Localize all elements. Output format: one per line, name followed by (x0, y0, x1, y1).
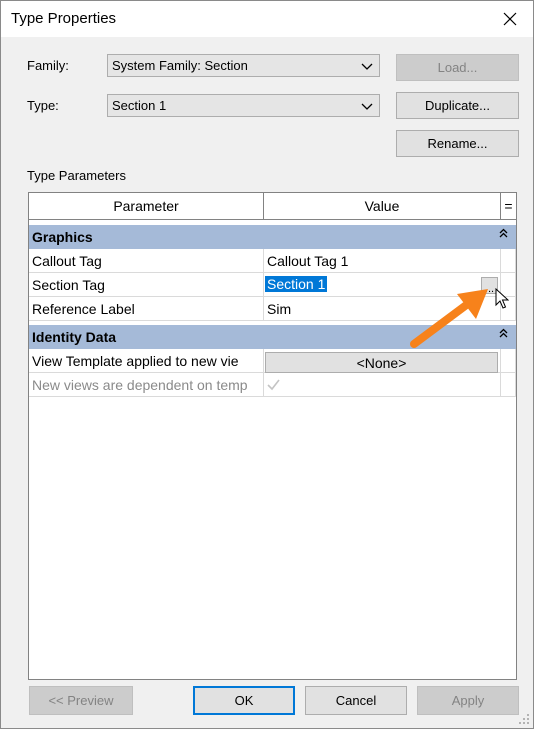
mouse-pointer-icon (495, 288, 509, 309)
table-row-dependent-views-value (264, 373, 501, 397)
close-button[interactable] (487, 1, 533, 37)
chevron-down-icon (361, 103, 373, 110)
title-bar: Type Properties (1, 1, 533, 37)
type-dropdown-value: Section 1 (112, 98, 167, 113)
type-dropdown[interactable]: Section 1 (107, 94, 380, 117)
table-row-reference-label-parameter[interactable]: Reference Label (29, 297, 264, 321)
group-header-graphics[interactable]: Graphics (29, 225, 516, 249)
table-row-view-template-parameter[interactable]: View Template applied to new vie (29, 349, 264, 373)
family-label: Family: (27, 58, 69, 73)
formula-cell[interactable] (501, 249, 516, 273)
type-properties-dialog: Type Properties Family: System Family: S… (0, 0, 534, 729)
apply-button[interactable]: Apply (417, 686, 519, 715)
group-title: Identity Data (32, 329, 117, 345)
value-column-header[interactable]: Value (264, 193, 501, 220)
view-template-none-button[interactable]: <None> (265, 352, 498, 373)
group-title: Graphics (32, 229, 93, 245)
type-parameters-label: Type Parameters (27, 168, 126, 183)
selected-value-text[interactable]: Section 1 (265, 276, 328, 292)
close-icon (503, 12, 517, 26)
cancel-button[interactable]: Cancel (305, 686, 407, 715)
family-dropdown[interactable]: System Family: Section (107, 54, 380, 77)
ok-button[interactable]: OK (193, 686, 295, 715)
rename-button[interactable]: Rename... (396, 130, 519, 157)
formula-column-header[interactable]: = (501, 193, 516, 220)
parameter-column-header[interactable]: Parameter (29, 193, 264, 220)
type-parameters-grid[interactable]: Parameter Value = Graphics Callout Tag C… (28, 192, 517, 680)
load-button[interactable]: Load... (396, 54, 519, 81)
duplicate-button[interactable]: Duplicate... (396, 92, 519, 119)
table-row-dependent-views-parameter: New views are dependent on temp (29, 373, 264, 397)
table-row-section-tag-parameter[interactable]: Section Tag (29, 273, 264, 297)
formula-cell[interactable] (501, 349, 516, 373)
double-chevron-up-icon[interactable] (499, 328, 508, 338)
checkmark-icon (267, 379, 280, 391)
table-row-callout-tag-value[interactable]: Callout Tag 1 (264, 249, 501, 273)
window-title: Type Properties (11, 10, 117, 27)
chevron-down-icon (361, 63, 373, 70)
family-dropdown-value: System Family: Section (112, 58, 248, 73)
resize-grip-icon[interactable] (518, 713, 530, 725)
double-chevron-up-icon[interactable] (499, 228, 508, 238)
preview-button[interactable]: << Preview (29, 686, 133, 715)
type-label: Type: (27, 98, 59, 113)
annotation-arrow-icon (410, 289, 488, 348)
formula-cell (501, 373, 516, 397)
table-row-callout-tag-parameter[interactable]: Callout Tag (29, 249, 264, 273)
